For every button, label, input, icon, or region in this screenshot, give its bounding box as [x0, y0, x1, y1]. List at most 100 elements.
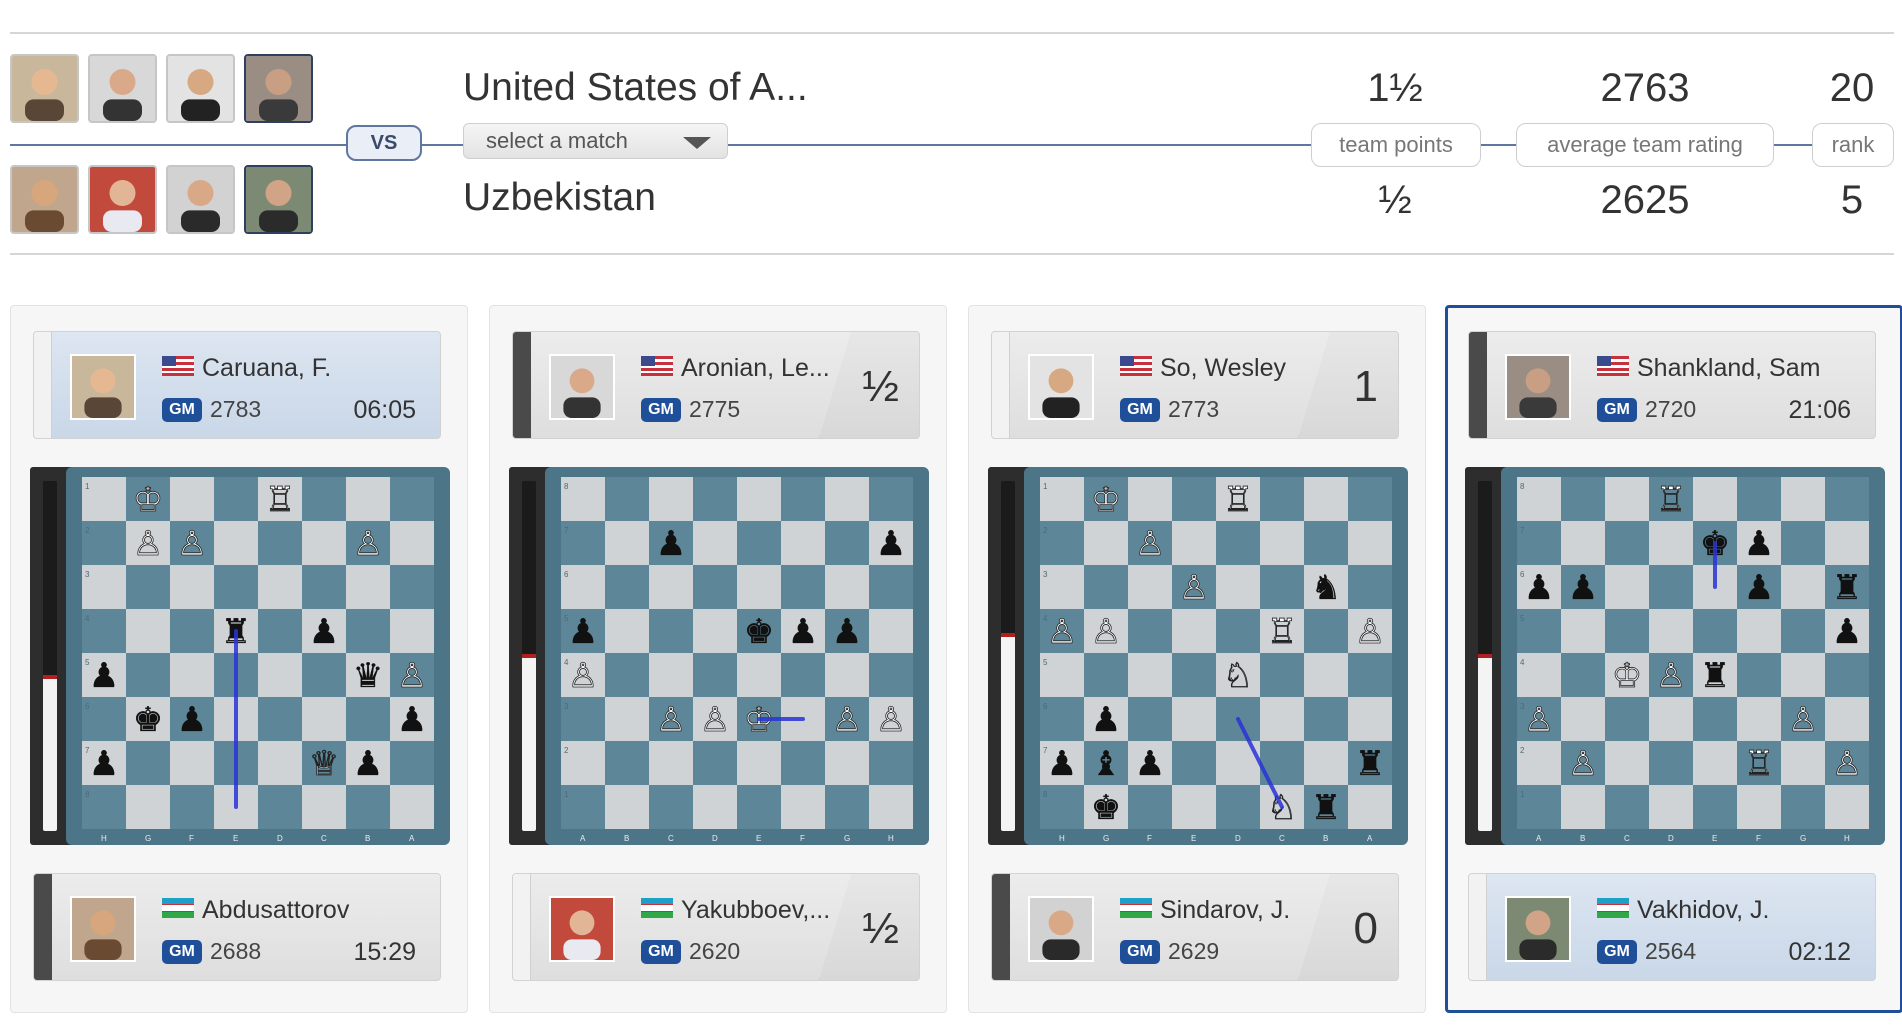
- board-square[interactable]: [302, 785, 346, 829]
- black-pawn-piece[interactable]: ♟: [1091, 700, 1122, 740]
- white-pawn-piece[interactable]: ♙: [132, 524, 163, 565]
- board-square[interactable]: [1649, 697, 1693, 741]
- player-box-bottom[interactable]: Abdusattorov GM 2688 15:29: [33, 873, 441, 981]
- board-square[interactable]: [605, 785, 649, 829]
- black-rook-piece[interactable]: ♜: [1355, 744, 1386, 784]
- team-name-bottom[interactable]: Uzbekistan: [463, 176, 656, 220]
- board-square[interactable]: [649, 609, 693, 653]
- board-square[interactable]: [1260, 477, 1304, 521]
- board-square[interactable]: [1084, 653, 1128, 697]
- board-square[interactable]: [1260, 565, 1304, 609]
- board-square[interactable]: [1605, 565, 1649, 609]
- team-name-top[interactable]: United States of A...: [463, 66, 808, 110]
- board-square[interactable]: [693, 565, 737, 609]
- player-box-bottom[interactable]: Vakhidov, J. GM 2564 02:12: [1468, 873, 1876, 981]
- board-square[interactable]: [1172, 741, 1216, 785]
- white-pawn-piece[interactable]: ♙: [875, 700, 906, 741]
- black-pawn-piece[interactable]: ♟: [568, 612, 599, 652]
- chessboard[interactable]: 8 7 6 5 4 3 2 1 A B C D E F G H ♟ ♟ ♟ ♚ ♟ ♟ ♙ ♙ ♙ ♔ ♙ ♙: [545, 467, 929, 845]
- black-pawn-piece[interactable]: ♟: [832, 612, 863, 652]
- chessboard[interactable]: 12345678HGFEDCBA♔♖♙♙♙♜♟♟♛♙♚♟♟♟♕♟: [66, 467, 450, 845]
- board-square[interactable]: [1693, 609, 1737, 653]
- board-square[interactable]: [1128, 609, 1172, 653]
- board-square[interactable]: [649, 565, 693, 609]
- board-square[interactable]: [1128, 785, 1172, 829]
- board-square[interactable]: [1128, 477, 1172, 521]
- white-pawn-piece[interactable]: ♙: [1090, 612, 1121, 653]
- white-pawn-piece[interactable]: ♙: [1134, 524, 1165, 565]
- board-square[interactable]: [1304, 653, 1348, 697]
- board-square[interactable]: [1605, 785, 1649, 829]
- board-square[interactable]: [1737, 609, 1781, 653]
- board-square[interactable]: [605, 609, 649, 653]
- player-name[interactable]: Abdusattorov: [202, 896, 349, 925]
- team-avatar[interactable]: [244, 54, 313, 123]
- team-avatar[interactable]: [88, 54, 157, 123]
- board-square[interactable]: [1172, 653, 1216, 697]
- black-pawn-piece[interactable]: ♟: [876, 524, 907, 564]
- board-square[interactable]: [1348, 477, 1392, 521]
- board-square[interactable]: [1605, 477, 1649, 521]
- board-square[interactable]: [1737, 785, 1781, 829]
- board-square[interactable]: [1781, 609, 1825, 653]
- board-square[interactable]: [737, 477, 781, 521]
- black-pawn-piece[interactable]: ♟: [1568, 568, 1599, 608]
- board-square[interactable]: [825, 741, 869, 785]
- board-square[interactable]: [1172, 521, 1216, 565]
- board-square[interactable]: [1693, 477, 1737, 521]
- black-pawn-piece[interactable]: ♟: [1524, 568, 1555, 608]
- white-pawn-piece[interactable]: ♙: [352, 524, 383, 565]
- board-square[interactable]: [737, 785, 781, 829]
- white-pawn-piece[interactable]: ♙: [1354, 612, 1385, 653]
- board-square[interactable]: [1561, 521, 1605, 565]
- board-square[interactable]: [258, 521, 302, 565]
- white-pawn-piece[interactable]: ♙: [1567, 744, 1598, 785]
- white-pawn-piece[interactable]: ♙: [176, 524, 207, 565]
- chessboard[interactable]: 1 2 3 4 5 6 7 8 H G F E D C B A ♔ ♖ ♙ ♙ ♞ ♙ ♙ ♖ ♙ ♘ ♟ ♟ ♝ ♟ ♜ ♚ ♘ ♜: [1024, 467, 1408, 845]
- board-square[interactable]: [781, 653, 825, 697]
- board-card-1[interactable]: Caruana, F. GM 2783 06:05 12345678HGFEDC…: [10, 305, 468, 1013]
- board-square[interactable]: [869, 653, 913, 697]
- white-rook-piece[interactable]: ♖: [1655, 480, 1686, 521]
- board-square[interactable]: [1825, 697, 1869, 741]
- board-square[interactable]: [1561, 609, 1605, 653]
- board-square[interactable]: [1260, 697, 1304, 741]
- black-pawn-piece[interactable]: ♟: [397, 700, 428, 740]
- board-square[interactable]: [1649, 521, 1693, 565]
- black-pawn-piece[interactable]: ♟: [1744, 524, 1775, 564]
- black-pawn-piece[interactable]: ♟: [656, 524, 687, 564]
- black-king-piece[interactable]: ♚: [133, 700, 164, 740]
- team-avatar[interactable]: [166, 165, 235, 234]
- board-square[interactable]: [1825, 521, 1869, 565]
- board-square[interactable]: [1825, 477, 1869, 521]
- board-square[interactable]: [1605, 741, 1649, 785]
- board-square[interactable]: [1304, 697, 1348, 741]
- board-square[interactable]: [605, 477, 649, 521]
- player-name[interactable]: Caruana, F.: [202, 354, 331, 383]
- board-square[interactable]: [737, 565, 781, 609]
- board-square[interactable]: [214, 565, 258, 609]
- board-square[interactable]: [1781, 653, 1825, 697]
- board-square[interactable]: [1304, 609, 1348, 653]
- board-square[interactable]: [825, 521, 869, 565]
- board-square[interactable]: [781, 477, 825, 521]
- black-rook-piece[interactable]: ♜: [1311, 788, 1342, 828]
- board-square[interactable]: [1348, 521, 1392, 565]
- white-rook-piece[interactable]: ♖: [1743, 744, 1774, 785]
- board-square[interactable]: [1561, 653, 1605, 697]
- chessboard[interactable]: 87654321ABCDEFGH♖♚♟♟♟♟♜♟♔♙♜♙♙♙♖♙: [1501, 467, 1885, 845]
- board-square[interactable]: [1172, 477, 1216, 521]
- board-square[interactable]: [1260, 521, 1304, 565]
- board-square[interactable]: [1260, 653, 1304, 697]
- board-square[interactable]: [1649, 785, 1693, 829]
- board-square[interactable]: [302, 477, 346, 521]
- board-square[interactable]: [781, 565, 825, 609]
- board-square[interactable]: [869, 785, 913, 829]
- board-square[interactable]: [390, 609, 434, 653]
- board-square[interactable]: [649, 653, 693, 697]
- white-pawn-piece[interactable]: ♙: [567, 656, 598, 697]
- board-square[interactable]: [1128, 653, 1172, 697]
- board-square[interactable]: [302, 653, 346, 697]
- board-square[interactable]: [346, 697, 390, 741]
- board-square[interactable]: [693, 609, 737, 653]
